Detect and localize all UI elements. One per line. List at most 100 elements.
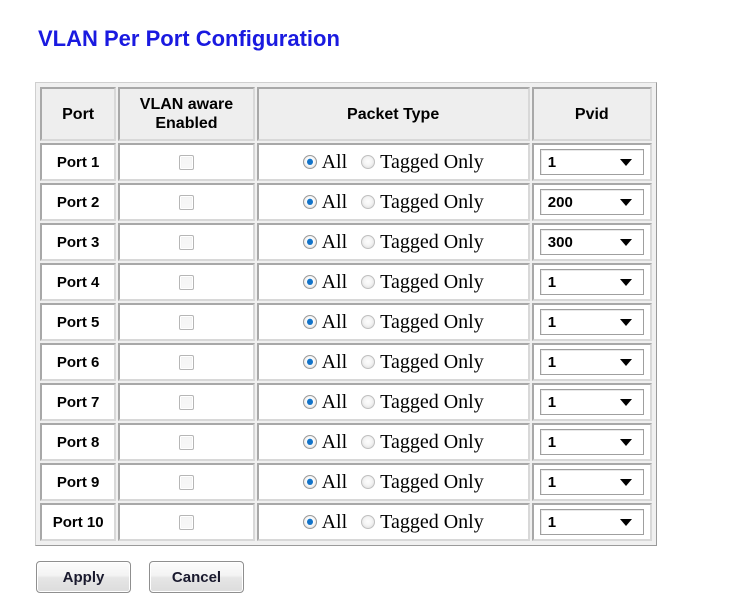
- column-header-vlan-aware-line1: VLAN aware: [140, 96, 233, 113]
- radio-tagged-only-unselected[interactable]: [361, 275, 375, 289]
- radio-tagged-only-unselected[interactable]: [361, 475, 375, 489]
- cell-vlan-aware-enabled: [118, 503, 254, 541]
- vlan-aware-checkbox[interactable]: [179, 315, 194, 330]
- cell-vlan-aware-enabled: [118, 463, 254, 501]
- radio-all-selected[interactable]: [303, 235, 317, 249]
- chevron-down-icon[interactable]: [620, 319, 632, 326]
- radio-label: All: [322, 512, 348, 532]
- chevron-down-icon[interactable]: [620, 239, 632, 246]
- port-label: Port 5: [57, 314, 100, 331]
- apply-button[interactable]: Apply: [36, 561, 131, 593]
- vlan-aware-checkbox[interactable]: [179, 435, 194, 450]
- vlan-aware-checkbox[interactable]: [179, 195, 194, 210]
- packet-type-option-all[interactable]: All: [303, 472, 348, 492]
- radio-tagged-only-unselected[interactable]: [361, 195, 375, 209]
- packet-type-option-all[interactable]: All: [303, 272, 348, 292]
- cancel-button[interactable]: Cancel: [149, 561, 244, 593]
- vlan-aware-checkbox[interactable]: [179, 155, 194, 170]
- chevron-down-icon[interactable]: [620, 479, 632, 486]
- packet-type-radio-group: All Tagged Only: [259, 385, 528, 419]
- pvid-select[interactable]: 300: [540, 229, 644, 255]
- packet-type-option-tagged-only[interactable]: Tagged Only: [361, 272, 484, 292]
- cell-port: Port 1: [40, 143, 116, 181]
- cell-port: Port 10: [40, 503, 116, 541]
- packet-type-radio-group: All Tagged Only: [259, 465, 528, 499]
- pvid-select[interactable]: 1: [540, 309, 644, 335]
- pvid-select[interactable]: 1: [540, 429, 644, 455]
- packet-type-option-all[interactable]: All: [303, 392, 348, 412]
- cell-vlan-aware-enabled: [118, 183, 254, 221]
- column-header-vlan-aware-line2: Enabled: [155, 115, 217, 132]
- radio-tagged-only-unselected[interactable]: [361, 315, 375, 329]
- packet-type-option-tagged-only[interactable]: Tagged Only: [361, 232, 484, 252]
- vlan-aware-checkbox[interactable]: [179, 275, 194, 290]
- radio-all-selected[interactable]: [303, 195, 317, 209]
- chevron-down-icon[interactable]: [620, 359, 632, 366]
- radio-all-selected[interactable]: [303, 315, 317, 329]
- vlan-per-port-page: VLAN Per Port Configuration Port VLAN aw…: [0, 0, 738, 616]
- packet-type-radio-group: All Tagged Only: [259, 265, 528, 299]
- packet-type-option-tagged-only[interactable]: Tagged Only: [361, 352, 484, 372]
- radio-tagged-only-unselected[interactable]: [361, 235, 375, 249]
- packet-type-option-tagged-only[interactable]: Tagged Only: [361, 152, 484, 172]
- packet-type-option-tagged-only[interactable]: Tagged Only: [361, 392, 484, 412]
- cell-pvid: 1: [532, 463, 652, 501]
- radio-all-selected[interactable]: [303, 355, 317, 369]
- radio-tagged-only-unselected[interactable]: [361, 435, 375, 449]
- table-row: Port 10 All Tagged Only 1: [40, 503, 652, 541]
- cell-pvid: 1: [532, 383, 652, 421]
- radio-all-selected[interactable]: [303, 515, 317, 529]
- pvid-select[interactable]: 1: [540, 509, 644, 535]
- vlan-aware-checkbox[interactable]: [179, 395, 194, 410]
- pvid-select[interactable]: 1: [540, 149, 644, 175]
- radio-all-selected[interactable]: [303, 275, 317, 289]
- pvid-select[interactable]: 1: [540, 389, 644, 415]
- column-header-vlan-aware-enabled: VLAN aware Enabled: [118, 87, 254, 141]
- vlan-aware-checkbox[interactable]: [179, 515, 194, 530]
- pvid-select[interactable]: 1: [540, 469, 644, 495]
- radio-tagged-only-unselected[interactable]: [361, 355, 375, 369]
- chevron-down-icon[interactable]: [620, 519, 632, 526]
- radio-label: Tagged Only: [380, 392, 484, 412]
- packet-type-option-all[interactable]: All: [303, 232, 348, 252]
- chevron-down-icon[interactable]: [620, 159, 632, 166]
- radio-all-selected[interactable]: [303, 155, 317, 169]
- vlan-aware-checkbox[interactable]: [179, 355, 194, 370]
- radio-all-selected[interactable]: [303, 475, 317, 489]
- packet-type-option-all[interactable]: All: [303, 192, 348, 212]
- packet-type-option-tagged-only[interactable]: Tagged Only: [361, 312, 484, 332]
- radio-all-selected[interactable]: [303, 395, 317, 409]
- port-label: Port 10: [53, 514, 104, 531]
- chevron-down-icon[interactable]: [620, 279, 632, 286]
- radio-label: Tagged Only: [380, 512, 484, 532]
- vlan-aware-checkbox[interactable]: [179, 475, 194, 490]
- radio-label: All: [322, 352, 348, 372]
- radio-tagged-only-unselected[interactable]: [361, 395, 375, 409]
- radio-tagged-only-unselected[interactable]: [361, 515, 375, 529]
- pvid-selected-value: 1: [541, 354, 620, 371]
- packet-type-option-tagged-only[interactable]: Tagged Only: [361, 512, 484, 532]
- radio-tagged-only-unselected[interactable]: [361, 155, 375, 169]
- packet-type-option-all[interactable]: All: [303, 432, 348, 452]
- port-label: Port 6: [57, 354, 100, 371]
- table-body: Port 1AllTagged Only1Port 2AllTagged Onl…: [40, 143, 652, 541]
- cell-packet-type: All Tagged Only: [257, 183, 530, 221]
- chevron-down-icon[interactable]: [620, 199, 632, 206]
- pvid-select[interactable]: 1: [540, 349, 644, 375]
- packet-type-option-all[interactable]: All: [303, 512, 348, 532]
- packet-type-option-all[interactable]: All: [303, 352, 348, 372]
- packet-type-option-all[interactable]: All: [303, 152, 348, 172]
- column-header-port: Port: [40, 87, 116, 141]
- pvid-select[interactable]: 200: [540, 189, 644, 215]
- vlan-aware-checkbox[interactable]: [179, 235, 194, 250]
- chevron-down-icon[interactable]: [620, 399, 632, 406]
- action-button-row: Apply Cancel: [36, 561, 244, 593]
- chevron-down-icon[interactable]: [620, 439, 632, 446]
- packet-type-option-tagged-only[interactable]: Tagged Only: [361, 432, 484, 452]
- pvid-select[interactable]: 1: [540, 269, 644, 295]
- packet-type-option-tagged-only[interactable]: Tagged Only: [361, 472, 484, 492]
- cell-port: Port 6: [40, 343, 116, 381]
- packet-type-option-all[interactable]: All: [303, 312, 348, 332]
- packet-type-option-tagged-only[interactable]: Tagged Only: [361, 192, 484, 212]
- radio-all-selected[interactable]: [303, 435, 317, 449]
